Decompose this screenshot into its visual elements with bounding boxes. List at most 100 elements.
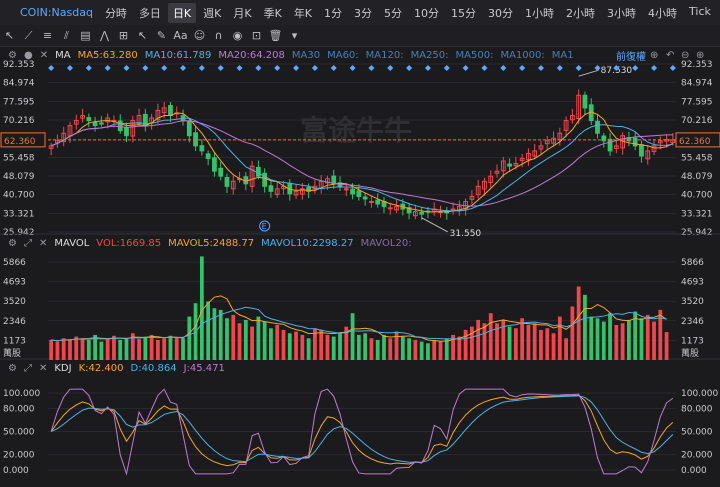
price-tick-left: 25.942: [3, 228, 35, 238]
candle-body: [98, 122, 104, 125]
signal-marker: [48, 65, 55, 71]
volume-bar: [363, 333, 368, 360]
price-tick-right: 70.216: [681, 116, 713, 126]
volume-bar: [325, 334, 330, 360]
signal-marker: [161, 65, 168, 71]
signal-marker: [85, 65, 92, 71]
candle-body: [362, 196, 368, 200]
volume-bar: [256, 316, 261, 360]
signal-marker: [180, 65, 187, 71]
volume-bar: [526, 324, 531, 360]
price-tick-right: 33.321: [681, 209, 713, 219]
volume-bar: [576, 286, 581, 360]
volume-bar: [457, 336, 462, 360]
candle-body: [205, 153, 211, 159]
volume-bar: [419, 341, 424, 360]
candle-body: [375, 199, 381, 205]
volume-tick-left: 1173: [3, 336, 26, 346]
volume-bar: [124, 338, 129, 360]
volume-bar: [319, 329, 324, 360]
signal-marker: [594, 65, 601, 71]
candle-body: [387, 207, 393, 210]
kdj-tick-right: 20.000: [681, 451, 713, 461]
volume-bar: [331, 336, 336, 360]
signal-marker: [217, 65, 224, 71]
price-tick-left: 55.458: [3, 153, 35, 163]
candle-body: [507, 163, 512, 167]
price-tick-right: 84.974: [681, 79, 713, 89]
volume-bar: [137, 339, 141, 360]
volume-bar: [432, 339, 437, 360]
signal-marker: [387, 65, 394, 71]
candle-body: [86, 117, 92, 122]
signal-marker: [311, 65, 318, 71]
volume-bar: [507, 326, 512, 360]
volume-bar: [281, 329, 286, 360]
price-tick-left: 70.216: [3, 116, 35, 126]
volume-bar: [589, 316, 594, 360]
volume-bar: [545, 328, 550, 360]
signal-marker: [142, 65, 149, 71]
volume-bar: [601, 321, 606, 360]
volume-bar: [614, 324, 619, 360]
event-marker-label: E: [262, 222, 267, 231]
volume-bar: [243, 319, 248, 360]
volume-bar: [55, 341, 60, 360]
signal-marker: [236, 65, 243, 71]
volume-bar: [407, 338, 411, 360]
watermark-text: 富途牛牛: [300, 114, 412, 147]
volume-bar: [645, 314, 650, 360]
volume-unit-right: 萬股: [681, 347, 699, 359]
chart-canvas[interactable]: 92.353 92.353 84.974 84.974 77.595 77.595 70.2…: [0, 0, 720, 487]
volume-bar: [382, 334, 386, 360]
volume-bar: [413, 339, 418, 360]
kdj-tick-left: 0.000: [3, 466, 29, 476]
candle-body: [186, 120, 192, 137]
volume-bar: [80, 338, 85, 360]
volume-bar: [269, 328, 273, 360]
price-tick-right: 77.595: [681, 97, 713, 107]
volume-tick-right: 3520: [681, 297, 704, 307]
volume-tick-right: 2346: [681, 317, 704, 327]
volume-bar: [306, 338, 311, 360]
volume-bar: [639, 318, 644, 360]
candle-body: [331, 175, 337, 185]
kdj-tick-left: 50.000: [3, 428, 35, 438]
volume-bar: [162, 338, 167, 360]
candle-body: [607, 138, 613, 152]
kdj-tick-right: 80.000: [681, 404, 713, 414]
volume-bar: [218, 309, 223, 360]
volume-bar: [400, 336, 405, 360]
volume-bar: [444, 338, 449, 360]
candle-body: [224, 177, 230, 187]
price-tick-left: 84.974: [3, 79, 35, 89]
volume-tick-right: 5866: [681, 258, 704, 268]
volume-bar: [181, 338, 185, 360]
volume-bar: [426, 343, 430, 360]
signal-marker: [424, 65, 431, 71]
volume-bar: [206, 301, 211, 360]
candle-body: [168, 105, 173, 116]
volume-bar: [143, 336, 148, 360]
candle-body: [117, 120, 123, 132]
low-marker-label: 31.550: [450, 229, 482, 239]
volume-bar: [300, 334, 305, 360]
volume-bar: [470, 326, 474, 360]
candle-body: [268, 185, 274, 192]
signal-marker: [462, 65, 469, 71]
volume-bar: [664, 332, 669, 360]
candle-body: [343, 188, 349, 191]
volume-bar: [551, 333, 556, 360]
volume-bar: [231, 314, 236, 360]
volume-bar: [262, 321, 267, 360]
candle-body: [212, 157, 217, 172]
volume-bar: [438, 341, 443, 360]
last-price-text-left: 62.360: [4, 137, 36, 147]
volume-bar: [338, 333, 342, 360]
volume-bar: [627, 319, 631, 360]
candle-body: [199, 145, 205, 152]
price-tick-left: 33.321: [3, 209, 35, 219]
volume-bar: [112, 335, 116, 360]
volume-bar: [250, 326, 254, 360]
volume-bar: [557, 316, 562, 360]
